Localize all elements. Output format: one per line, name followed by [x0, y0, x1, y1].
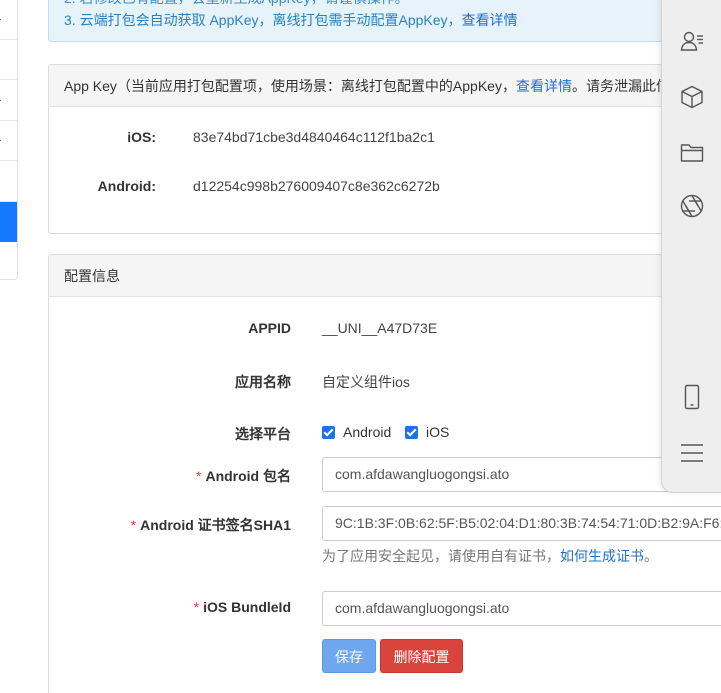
platform-ios-option[interactable]: iOS: [405, 424, 449, 440]
android-key-label: Android:: [97, 178, 156, 194]
sidebar-item[interactable]: [0, 161, 17, 202]
certificate-hint-end: 。: [644, 548, 658, 564]
sidebar-item[interactable]: [0, 80, 17, 121]
sidebar-item-active[interactable]: [0, 201, 17, 242]
appid-label: APPID: [248, 320, 291, 336]
required-mark: *: [196, 468, 202, 484]
platform-label: 选择平台: [235, 426, 291, 442]
ios-bundle-label: * iOS BundleId: [91, 599, 291, 615]
appkey-panel-header: App Key（当前应用打包配置项，使用场景：离线打包配置中的AppKey，查看…: [49, 65, 721, 107]
notice-line-3-text: 3. 云端打包会自动获取 AppKey，离线打包需手动配置AppKey，: [64, 12, 462, 28]
menu-icon[interactable]: [679, 440, 705, 466]
generate-certificate-link[interactable]: 如何生成证书: [560, 548, 644, 564]
platform-android-option[interactable]: Android: [322, 424, 391, 440]
required-mark: *: [130, 517, 137, 533]
appkey-panel-title-suffix: 。请务泄漏此信: [571, 78, 670, 94]
main-content: 2. 若修改已有配置，会重新生成AppKey，请谨慎操作。 3. 云端打包会自动…: [48, 0, 721, 693]
left-sidebar: [0, 0, 18, 280]
save-button[interactable]: 保存: [322, 639, 376, 673]
ios-bundle-input[interactable]: com.afdawangluogongsi.ato: [322, 591, 721, 626]
appid-value: __UNI__A47D73E: [322, 320, 438, 336]
notice-box: 2. 若修改已有配置，会重新生成AppKey，请谨慎操作。 3. 云端打包会自动…: [48, 0, 721, 42]
sidebar-item[interactable]: [0, 242, 17, 279]
config-panel-header: 配置信息: [49, 255, 721, 297]
contacts-icon[interactable]: [679, 28, 705, 54]
cube-icon[interactable]: [679, 84, 705, 110]
app-name-value: 自定义组件ios: [322, 374, 410, 390]
platform-ios-checkbox[interactable]: [405, 425, 418, 439]
sidebar-item[interactable]: [0, 121, 17, 161]
delete-config-button[interactable]: 删除配置: [380, 639, 463, 673]
ios-key-value: 83e74bd71cbe3d4840464c112f1ba2c1: [193, 129, 435, 145]
appkey-panel: App Key（当前应用打包配置项，使用场景：离线打包配置中的AppKey，查看…: [48, 64, 721, 234]
right-toolbar: [661, 0, 721, 493]
ios-key-label: iOS:: [127, 129, 156, 145]
android-sha1-label-text: Android 证书签名SHA1: [140, 517, 291, 533]
android-sha1-label: * Android 证书签名SHA1: [91, 515, 291, 535]
sidebar-item[interactable]: [0, 0, 17, 40]
sidebar-item-marker: [0, 99, 1, 101]
platform-android-label: Android: [343, 424, 392, 440]
platform-android-checkbox[interactable]: [322, 425, 335, 439]
app-name-label: 应用名称: [235, 374, 291, 390]
android-sha1-input[interactable]: 9C:1B:3F:0B:62:5F:B5:02:04:D1:80:3B:74:5…: [322, 506, 721, 541]
ios-bundle-label-text: iOS BundleId: [203, 599, 291, 615]
certificate-hint-text: 为了应用安全起见，请使用自有证书，: [322, 548, 560, 564]
appkey-panel-title: App Key（当前应用打包配置项，使用场景：离线打包配置中的AppKey，: [64, 78, 516, 94]
sidebar-item[interactable]: [0, 40, 17, 80]
notice-details-link[interactable]: 查看详情: [462, 12, 518, 28]
notice-line-2: 2. 若修改已有配置，会重新生成AppKey，请谨慎操作。: [64, 0, 409, 8]
sidebar-item-marker: [0, 18, 1, 20]
phone-icon[interactable]: [679, 384, 705, 410]
aperture-icon[interactable]: [679, 193, 705, 219]
folder-icon[interactable]: [679, 140, 705, 166]
required-mark: *: [193, 599, 200, 615]
platform-ios-label: iOS: [426, 424, 450, 440]
android-package-label-text: Android 包名: [205, 468, 291, 484]
appkey-details-link[interactable]: 查看详情: [516, 78, 572, 94]
notice-line-3: 3. 云端打包会自动获取 AppKey，离线打包需手动配置AppKey，查看详情: [64, 10, 518, 30]
certificate-hint: 为了应用安全起见，请使用自有证书，如何生成证书。: [322, 546, 658, 566]
android-key-value: d12254c998b276009407c8e362c6272b: [193, 178, 440, 194]
sidebar-item-marker: [0, 140, 1, 142]
config-panel: 配置信息 APPID __UNI__A47D73E 应用名称 自定义组件ios …: [48, 254, 721, 693]
android-package-label: * Android 包名: [91, 466, 291, 486]
